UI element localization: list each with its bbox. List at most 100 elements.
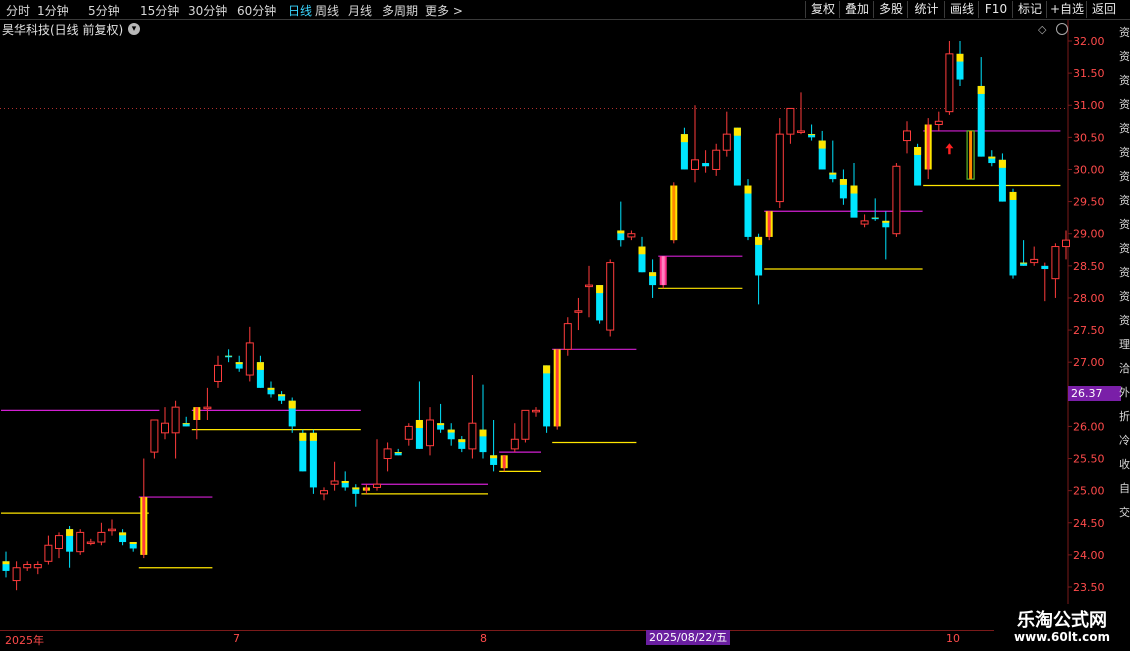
candle-cap [299, 433, 306, 441]
candle [66, 526, 73, 568]
candle-cap [681, 134, 688, 142]
candle [1010, 189, 1017, 279]
candle-body [607, 263, 614, 330]
candle [374, 439, 381, 490]
candle [437, 404, 444, 433]
candle-cap [268, 388, 275, 390]
candles-layer [3, 41, 1070, 590]
candle-cap [829, 173, 836, 175]
candle-body [1063, 240, 1070, 246]
candle-cap [480, 430, 487, 437]
candle [119, 529, 126, 545]
tab-monthly[interactable]: 月线 [348, 2, 372, 19]
right-strip-char: 资 [1119, 51, 1130, 62]
candle-body [151, 420, 158, 452]
timeframe-toolbar: 分时 1分钟 5分钟 15分钟 30分钟 60分钟 日线 周线 月线 多周期 更… [0, 0, 1130, 20]
candle [692, 105, 699, 182]
candle-cap [490, 455, 497, 458]
candle [904, 121, 911, 153]
candle [925, 118, 932, 179]
tab-60min[interactable]: 60分钟 [237, 2, 276, 19]
candle-cap [649, 272, 656, 276]
overlay-button[interactable]: 叠加 [839, 1, 874, 18]
draw-line-button[interactable]: 画线 [944, 1, 979, 18]
right-strip-char: 资 [1119, 147, 1130, 158]
tab-30min[interactable]: 30分钟 [188, 2, 227, 19]
candle-body [978, 86, 985, 157]
candle [427, 407, 434, 455]
candlestick-chart[interactable]: 32.0031.5031.0030.5030.0029.5029.0028.50… [0, 20, 1130, 630]
candle [299, 430, 306, 472]
candle [702, 150, 709, 172]
candle [935, 112, 942, 131]
date-axis: 2025年 7 8 10 [0, 630, 1130, 651]
right-strip-char: 资 [1119, 315, 1130, 326]
candle [130, 542, 137, 552]
candle-cap [617, 230, 624, 233]
multi-stock-button[interactable]: 多股 [873, 1, 908, 18]
date-label-august: 8 [480, 632, 487, 645]
candle-cap [978, 86, 985, 94]
candle [310, 430, 317, 494]
tab-more[interactable]: 更多 > [425, 2, 463, 19]
add-watchlist-button[interactable]: +自选 [1046, 1, 1087, 18]
candle-cap [448, 430, 455, 433]
candle-body [109, 529, 116, 531]
price-label: 28.00 [1073, 292, 1105, 305]
tab-1min[interactable]: 1分钟 [37, 2, 69, 19]
diamond-icon[interactable]: ◇ [1038, 23, 1046, 36]
price-axis: 32.0031.5031.0030.5030.0029.5029.0028.50… [1068, 35, 1105, 594]
right-strip-char: 交 [1119, 507, 1130, 518]
candle [628, 230, 635, 240]
tab-15min[interactable]: 15分钟 [140, 2, 179, 19]
candle [882, 211, 889, 259]
candle [755, 234, 762, 305]
candle [162, 407, 169, 439]
candle-stripe [195, 407, 198, 420]
candle-cap [755, 237, 762, 245]
candle [511, 423, 518, 452]
candle-body [24, 565, 31, 568]
tab-daily[interactable]: 日线 [288, 2, 312, 19]
price-label: 24.50 [1073, 517, 1105, 530]
candle-cap [458, 439, 465, 442]
candle-cap [914, 147, 921, 155]
candle-body [692, 160, 699, 170]
candle-body [172, 407, 179, 433]
candle [1020, 240, 1027, 266]
settings-knob-icon[interactable] [1056, 23, 1068, 35]
tab-weekly[interactable]: 周线 [315, 2, 339, 19]
candle-cap [416, 420, 423, 428]
candle [543, 365, 550, 432]
mark-button[interactable]: 标记 [1012, 1, 1047, 18]
candle-cap [808, 134, 815, 135]
candle-body [87, 542, 94, 544]
candle-body [331, 481, 338, 484]
price-label: 31.00 [1073, 99, 1105, 112]
tab-intraday[interactable]: 分时 [6, 2, 30, 19]
candle [1031, 247, 1038, 266]
price-label: 23.50 [1073, 581, 1105, 594]
candle-body [215, 365, 222, 381]
tab-5min[interactable]: 5分钟 [88, 2, 120, 19]
candle [564, 317, 571, 356]
candle-cap [278, 394, 285, 396]
candle [575, 298, 582, 330]
tab-multi-period[interactable]: 多周期 [382, 2, 418, 19]
candle-cap [988, 157, 995, 159]
candle-cap [543, 365, 550, 373]
candle-body [893, 166, 900, 233]
back-button[interactable]: 返回 [1086, 1, 1121, 18]
chevron-down-icon[interactable]: ▾ [128, 23, 140, 35]
candle [554, 349, 561, 429]
date-label-july: 7 [233, 632, 240, 645]
adjust-button[interactable]: 复权 [805, 1, 840, 18]
candle [236, 356, 243, 372]
right-strip-char: 折 [1119, 411, 1130, 422]
f10-button[interactable]: F10 [978, 1, 1013, 18]
right-strip-char: 洽 [1119, 363, 1130, 374]
right-strip-char: 资 [1119, 243, 1130, 254]
candle [861, 214, 868, 227]
statistics-button[interactable]: 统计 [907, 1, 945, 18]
candle-body [469, 423, 476, 449]
